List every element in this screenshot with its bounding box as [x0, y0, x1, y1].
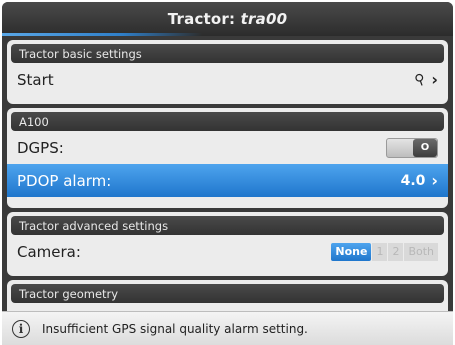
- start-label: Start: [17, 70, 54, 89]
- camera-option-both[interactable]: Both: [404, 242, 438, 261]
- status-message: Insufficient GPS signal quality alarm se…: [42, 321, 308, 336]
- chevron-right-icon: ›: [431, 171, 438, 190]
- camera-selector: None 1 2 Both: [331, 242, 438, 261]
- pdop-alarm-row[interactable]: PDOP alarm: 4.0 ›: [7, 164, 448, 197]
- title-tractor-name: tra00: [240, 10, 288, 28]
- section-advanced-settings: Tractor advanced settings Camera: None 1…: [7, 212, 448, 276]
- title-bar: Tractor: tra00: [2, 2, 453, 36]
- main-window: Tractor: tra00 Tractor basic settings St…: [2, 2, 453, 342]
- chevron-right-icon: ›: [431, 70, 438, 89]
- start-row[interactable]: Start ⚲ ›: [7, 63, 448, 96]
- section-a100: A100 DGPS: O PDOP alarm: 4.0 ›: [7, 108, 448, 208]
- section-header-basic: Tractor basic settings: [11, 44, 444, 63]
- status-bar: i Insufficient GPS signal quality alarm …: [2, 311, 453, 345]
- pin-icon: ⚲: [412, 70, 428, 89]
- pdop-alarm-value: 4.0: [400, 172, 426, 189]
- camera-option-1[interactable]: 1: [372, 242, 388, 261]
- info-icon: i: [12, 319, 30, 338]
- dgps-toggle-knob: O: [413, 138, 437, 157]
- dgps-row: DGPS: O: [7, 131, 448, 164]
- camera-option-2[interactable]: 2: [388, 242, 404, 261]
- pdop-alarm-label: PDOP alarm:: [17, 171, 112, 190]
- camera-row: Camera: None 1 2 Both: [7, 235, 448, 268]
- section-header-geometry: Tractor geometry: [11, 284, 444, 303]
- section-header-advanced: Tractor advanced settings: [11, 216, 444, 235]
- section-basic-settings: Tractor basic settings Start ⚲ ›: [7, 40, 448, 104]
- section-header-a100: A100: [11, 112, 444, 131]
- camera-label: Camera:: [17, 242, 81, 261]
- camera-option-none[interactable]: None: [331, 242, 372, 261]
- dgps-label: DGPS:: [17, 138, 64, 157]
- dgps-toggle[interactable]: O: [386, 137, 438, 158]
- title-accent-line: [2, 33, 202, 36]
- title-prefix: Tractor:: [167, 10, 236, 28]
